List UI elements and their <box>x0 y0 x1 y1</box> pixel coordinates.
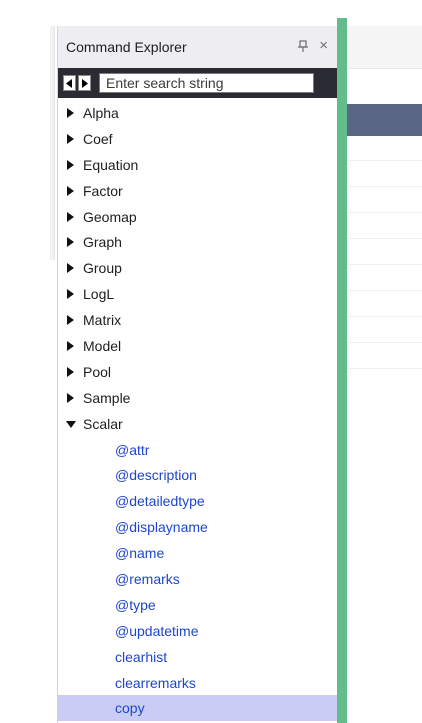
tree-node-graph[interactable]: Graph <box>58 229 338 255</box>
search-toolbar <box>58 68 338 98</box>
tree-node-coef[interactable]: Coef <box>58 126 338 152</box>
gridline <box>347 290 422 291</box>
background-document-area <box>347 26 422 723</box>
background-toolbar <box>347 26 422 69</box>
gridline <box>347 316 422 317</box>
tree-node-label: Alpha <box>83 104 119 121</box>
tree-node-label: Geomap <box>83 208 137 225</box>
tree-node-model[interactable]: Model <box>58 333 338 359</box>
tree-node-sample[interactable]: Sample <box>58 385 338 411</box>
caret-right-icon[interactable] <box>66 314 76 326</box>
command-item[interactable]: clearhist <box>58 644 338 670</box>
screen: Command Explorer × Enter search string A… <box>0 0 422 723</box>
command-item[interactable]: clearremarks <box>58 670 338 696</box>
gridline <box>347 264 422 265</box>
caret-right-icon[interactable] <box>66 366 76 378</box>
tree-node-label: Pool <box>83 363 112 380</box>
tree-node-label: Coef <box>83 130 113 147</box>
command-item[interactable]: @detailedtype <box>58 488 338 514</box>
caret-right-icon[interactable] <box>66 236 76 248</box>
pin-icon[interactable] <box>298 40 308 55</box>
search-input[interactable] <box>99 73 314 93</box>
caret-right-icon[interactable] <box>66 340 76 352</box>
caret-right-icon[interactable] <box>66 392 76 404</box>
tree-node-label: Group <box>83 260 122 277</box>
back-button[interactable] <box>63 75 76 91</box>
tree-node-label: Equation <box>83 156 139 173</box>
gridline <box>347 368 422 369</box>
command-item[interactable]: @attr <box>58 437 338 463</box>
close-icon[interactable]: × <box>319 37 328 54</box>
gridline <box>347 342 422 343</box>
caret-right-icon[interactable] <box>66 159 76 171</box>
command-item[interactable]: @updatetime <box>58 618 338 644</box>
command-explorer-panel: Command Explorer × Enter search string A… <box>57 26 338 723</box>
caret-right-icon[interactable] <box>66 288 76 300</box>
command-tree: Alpha Coef Equation Factor Geomap Graph Group L… <box>58 98 338 722</box>
command-item[interactable]: @remarks <box>58 566 338 592</box>
background-header-bar <box>347 104 422 136</box>
tree-node-label: Model <box>83 337 122 354</box>
command-item[interactable]: @name <box>58 540 338 566</box>
command-item[interactable]: @displayname <box>58 514 338 540</box>
tree-node-geomap[interactable]: Geomap <box>58 204 338 230</box>
tree-node-label: Graph <box>83 234 122 251</box>
tree-node-scalar[interactable]: Scalar <box>58 411 338 437</box>
tree-node-matrix[interactable]: Matrix <box>58 307 338 333</box>
arrow-right-icon <box>82 78 88 88</box>
gridline <box>347 160 422 161</box>
panel-title: Command Explorer <box>66 39 187 55</box>
arrow-left-icon <box>66 78 72 88</box>
tree-node-alpha[interactable]: Alpha <box>58 100 338 126</box>
tree-node-label: Scalar <box>83 415 123 432</box>
background-window-edge <box>50 26 55 260</box>
tree-node-logl[interactable]: LogL <box>58 281 338 307</box>
tree-node-label: Sample <box>83 389 131 406</box>
tree-node-pool[interactable]: Pool <box>58 359 338 385</box>
gridline <box>347 238 422 239</box>
caret-right-icon[interactable] <box>66 107 76 119</box>
caret-right-icon[interactable] <box>66 211 76 223</box>
tree-node-label: Factor <box>83 182 123 199</box>
forward-button[interactable] <box>78 75 91 91</box>
caret-right-icon[interactable] <box>66 185 76 197</box>
command-item[interactable]: @type <box>58 592 338 618</box>
gridline <box>347 212 422 213</box>
caret-down-icon[interactable] <box>66 418 76 430</box>
tree-node-group[interactable]: Group <box>58 255 338 281</box>
command-item[interactable]: @description <box>58 462 338 488</box>
caret-right-icon[interactable] <box>66 262 76 274</box>
panel-titlebar[interactable]: Command Explorer × <box>58 26 338 68</box>
gridline <box>347 186 422 187</box>
tree-node-factor[interactable]: Factor <box>58 178 338 204</box>
caret-right-icon[interactable] <box>66 133 76 145</box>
tree-node-label: LogL <box>83 286 115 303</box>
tree-node-label: Matrix <box>83 312 122 329</box>
tree-node-equation[interactable]: Equation <box>58 152 338 178</box>
splitter-accent-rail[interactable] <box>337 18 347 723</box>
command-item[interactable]: copy <box>58 695 338 722</box>
